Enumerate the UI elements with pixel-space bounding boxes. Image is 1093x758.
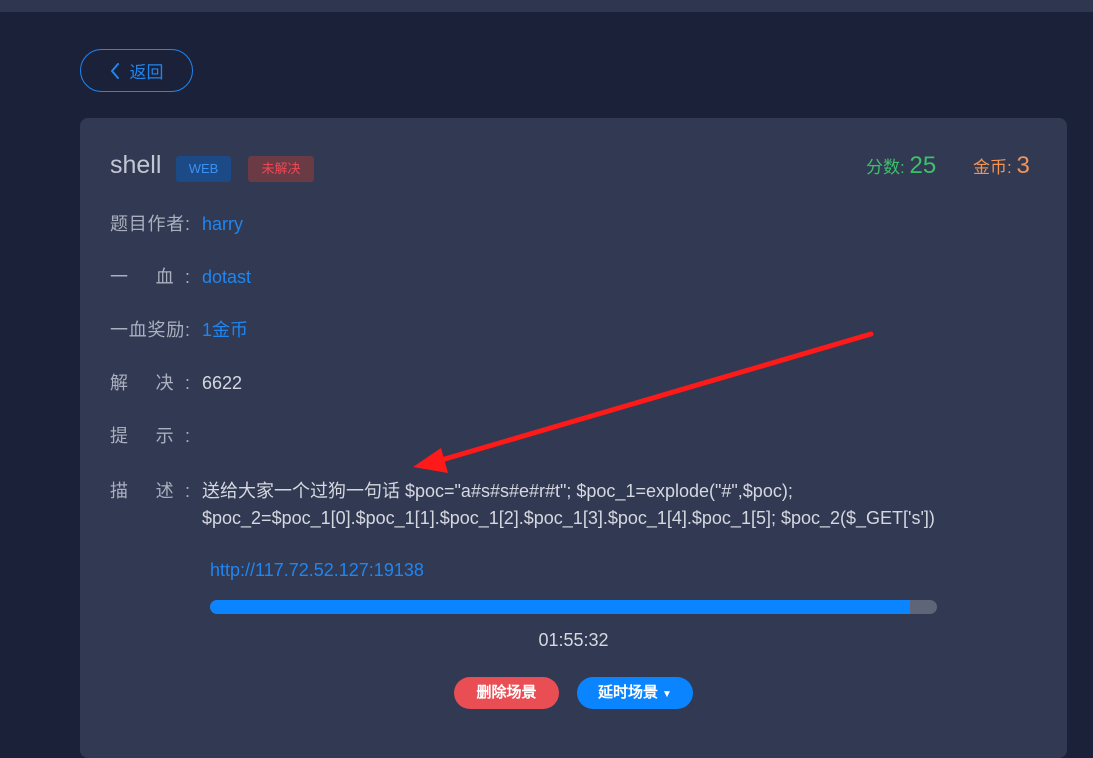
chevron-left-icon — [110, 62, 120, 79]
author-label: 题目作者: — [110, 214, 190, 234]
hint-row: 提 示: — [110, 423, 202, 449]
extend-scene-label: 延时场景 — [598, 684, 659, 701]
scene-progress-fill — [210, 600, 911, 614]
author-link[interactable]: harry — [202, 214, 243, 234]
challenge-card: shell WEB 未解决 分数: 25 金币: 3 题目作者: harry 一 … — [80, 118, 1067, 758]
scene-progress-bar — [210, 600, 937, 614]
score-value: 25 — [909, 152, 937, 179]
coins-label: 金币: — [973, 158, 1012, 177]
first-blood-link[interactable]: dotast — [202, 267, 251, 287]
category-badge: WEB — [176, 156, 231, 182]
solves-row: 解 决: 6622 — [110, 370, 242, 396]
author-row: 题目作者: harry — [110, 211, 243, 237]
back-button[interactable]: 返回 — [80, 49, 193, 92]
first-blood-row: 一 血: dotast — [110, 264, 251, 290]
extend-scene-button[interactable]: 延时场景 ▼ — [577, 677, 693, 709]
first-blood-reward-label: 一血奖励: — [110, 320, 190, 340]
description-label: 描 述: — [110, 481, 190, 501]
coins-value: 3 — [1016, 152, 1030, 179]
top-bar — [0, 0, 1093, 12]
description-text: 送给大家一个过狗一句话 $poc="a#s#s#e#r#t"; $poc_1=e… — [202, 481, 935, 528]
score-display: 分数: 25 — [866, 152, 936, 180]
solves-value: 6622 — [202, 373, 243, 393]
challenge-title: shell — [110, 151, 162, 179]
delete-scene-label: 删除场景 — [476, 684, 537, 701]
scene-timer: 01:55:32 — [538, 630, 609, 650]
coins-display: 金币: 3 — [973, 152, 1030, 180]
solves-label: 解 决: — [110, 373, 190, 393]
description-row: 描 述: 送给大家一个过狗一句话 $poc="a#s#s#e#r#t"; $poc… — [110, 478, 935, 532]
delete-scene-button[interactable]: 删除场景 — [454, 677, 559, 709]
hint-label: 提 示: — [110, 426, 190, 446]
first-blood-label: 一 血: — [110, 267, 190, 287]
back-label: 返回 — [129, 63, 164, 82]
status-badge: 未解决 — [248, 156, 314, 182]
score-label: 分数: — [866, 158, 905, 177]
first-blood-reward-row: 一血奖励: 1金币 — [110, 317, 248, 343]
first-blood-reward-value: 1金币 — [202, 320, 249, 340]
scene-url-link[interactable]: http://117.72.52.127:19138 — [210, 560, 424, 581]
caret-down-icon: ▼ — [662, 689, 672, 700]
